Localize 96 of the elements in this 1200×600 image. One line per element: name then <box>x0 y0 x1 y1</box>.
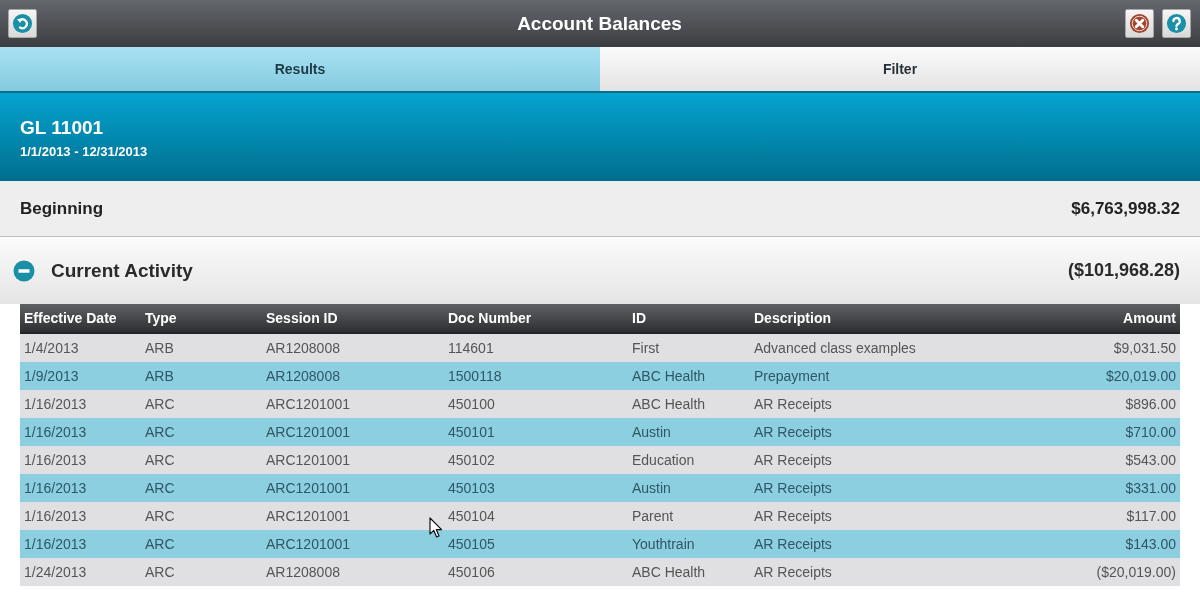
table-cell-text: 450100 <box>447 396 496 412</box>
table-cell-text: AR1208008 <box>265 564 341 580</box>
back-icon <box>12 13 33 34</box>
column-header[interactable]: ID <box>628 310 750 326</box>
table-cell-text: 1/16/2013 <box>23 508 88 524</box>
table-cell-text: 1/9/2013 <box>23 368 80 384</box>
table-cell-text: 1/16/2013 <box>23 480 88 496</box>
table-cell-text: $9,031.50 <box>1112 340 1177 356</box>
table-cell-text: 1/24/2013 <box>23 564 88 580</box>
table-cell-text: $143.00 <box>1124 536 1177 552</box>
table-cell-text: 450106 <box>447 564 496 580</box>
table-cell-text: ARC1201001 <box>265 424 352 440</box>
table-cell-text: Austin <box>631 424 672 440</box>
table-cell-text: ARC1201001 <box>265 452 352 468</box>
table-cell-text: Youthtrain <box>631 536 696 552</box>
column-header[interactable]: Effective Date <box>20 310 141 326</box>
table-cell-text: ARC1201001 <box>265 536 352 552</box>
table-cell-text: First <box>631 340 661 356</box>
tab[interactable]: Results <box>0 47 600 91</box>
balance-label: Beginning <box>20 198 104 219</box>
table-cell-text: ARC1201001 <box>265 508 352 524</box>
help-button[interactable] <box>1162 9 1191 38</box>
table-cell-text: $710.00 <box>1124 424 1177 440</box>
table-row[interactable]: 1/16/2013 ARC ARC1201001 450103 Austin AR Receipts $331.00 <box>20 474 1180 502</box>
table-cell-text: Parent <box>631 508 675 524</box>
table-row[interactable]: 1/16/2013 ARC ARC1201001 450105 Youthtrain AR Receipts $143.00 <box>20 530 1180 558</box>
tab[interactable]: Filter <box>600 47 1200 91</box>
table-row[interactable]: 1/16/2013 ARC ARC1201001 450100 ABC Health AR Receipts $896.00 <box>20 390 1180 418</box>
table-cell-text: 114601 <box>447 340 495 356</box>
table-cell-text: AR Receipts <box>753 536 833 552</box>
table-cell-text: $117.00 <box>1125 508 1177 524</box>
table-cell-text: 1500118 <box>447 368 503 384</box>
table-row[interactable]: 1/16/2013 ARC ARC1201001 450104 Parent AR Receipts $117.00 <box>20 502 1180 530</box>
table-cell-text: ARC <box>144 536 176 552</box>
table-cell-text: ARC <box>144 564 176 580</box>
table-cell-text: AR Receipts <box>753 480 833 496</box>
table-cell-text: 450104 <box>447 508 496 524</box>
table-cell-text: $896.00 <box>1124 396 1177 412</box>
table-cell-text: ARC <box>144 396 176 412</box>
help-icon <box>1166 13 1187 34</box>
mouse-pointer-icon <box>429 517 443 539</box>
table-cell-text: Prepayment <box>753 368 831 384</box>
table-cell-text: AR Receipts <box>753 564 833 580</box>
table-row[interactable]: 1/16/2013 ARC ARC1201001 450102 Education AR Receipts $543.00 <box>20 446 1180 474</box>
back-button[interactable] <box>8 9 37 38</box>
column-header[interactable]: Doc Number <box>444 310 628 326</box>
table-cell-text: 450103 <box>447 480 496 496</box>
table-cell-text: 1/4/2013 <box>23 340 80 356</box>
table-cell-text: AR Receipts <box>753 396 833 412</box>
table-cell-text: ABC Health <box>631 564 707 580</box>
collapse-icon[interactable] <box>13 259 35 282</box>
table-cell-text: ABC Health <box>631 396 707 412</box>
table-cell-text: ARB <box>144 368 175 384</box>
table-cell-text: $331.00 <box>1124 480 1177 496</box>
table-cell-text: AR Receipts <box>753 424 833 440</box>
close-button[interactable] <box>1125 9 1154 38</box>
table-cell-text: 1/16/2013 <box>23 536 88 552</box>
table-cell-text: 450105 <box>447 536 496 552</box>
table-cell-text: ARC <box>144 508 176 524</box>
table-row[interactable]: 1/4/2013 ARB AR1208008 114601 First Advanced class examples $9,031.50 <box>20 334 1180 362</box>
table-cell-text: ARB <box>144 340 175 356</box>
table-cell-text: $543.00 <box>1124 452 1177 468</box>
table-cell-text: 1/16/2013 <box>23 396 88 412</box>
table-cell-text: ($20,019.00) <box>1095 564 1177 580</box>
column-header[interactable]: Description <box>750 310 1010 326</box>
table-row[interactable]: 1/16/2013 ARC ARC1201001 450101 Austin AR Receipts $710.00 <box>20 418 1180 446</box>
table-cell-text: Austin <box>631 480 672 496</box>
table-cell-text: ARC <box>144 452 176 468</box>
close-icon <box>1129 13 1150 34</box>
balance-amount: $6,763,998.32 <box>1071 198 1180 219</box>
column-header[interactable]: Session ID <box>262 310 444 326</box>
activity-label: Current Activity <box>51 259 193 282</box>
table-cell-text: ARC1201001 <box>265 480 352 496</box>
table-cell-text: 1/16/2013 <box>23 452 88 468</box>
window-title: Account Balances <box>517 12 682 35</box>
table-cell-text: ARC <box>144 480 176 496</box>
table-row[interactable]: 1/9/2013 ARB AR1208008 1500118 ABC Health Prepayment $20,019.00 <box>20 362 1180 390</box>
table-cell-text: 450101 <box>447 424 496 440</box>
column-header[interactable]: Amount <box>1010 310 1180 326</box>
table-cell-text: ARC1201001 <box>265 396 352 412</box>
table-row[interactable]: 1/24/2013 ARC AR1208008 450106 ABC Health AR Receipts ($20,019.00) <box>20 558 1180 586</box>
account-name: GL 11001 <box>20 117 104 139</box>
table-cell-text: ARC <box>144 424 176 440</box>
table-cell-text: AR1208008 <box>265 340 341 356</box>
table-cell-text: 1/16/2013 <box>23 424 88 440</box>
activity-amount: ($101,968.28) <box>1067 260 1180 281</box>
account-period: 1/1/2013 - 12/31/2013 <box>20 144 148 160</box>
column-header[interactable]: Type <box>141 310 262 326</box>
table-cell-text: AR Receipts <box>753 452 833 468</box>
table-cell-text: ABC Health <box>631 368 707 384</box>
table-cell-text: $20,019.00 <box>1104 368 1177 384</box>
table-cell-text: AR1208008 <box>265 368 341 384</box>
table-cell-text: Education <box>631 452 696 468</box>
table-cell-text: AR Receipts <box>753 508 833 524</box>
table-cell-text: 450102 <box>447 452 496 468</box>
table-cell-text: Advanced class examples <box>753 340 917 356</box>
